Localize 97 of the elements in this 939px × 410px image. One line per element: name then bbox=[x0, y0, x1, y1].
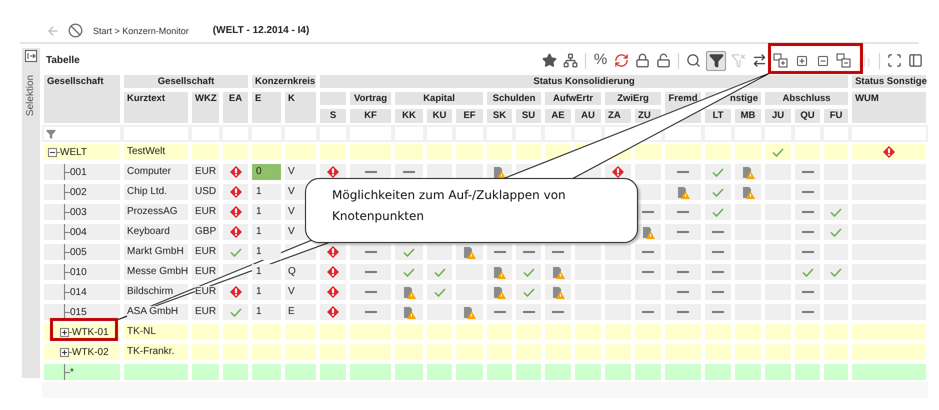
company-name: TestWelt bbox=[127, 146, 166, 157]
company-code: 002 bbox=[70, 186, 87, 200]
currency: EUR bbox=[195, 206, 216, 217]
currency: EUR bbox=[195, 286, 216, 297]
context-title: (WELT - 12.2014 - I4) bbox=[212, 24, 310, 38]
column-header: KU bbox=[425, 107, 454, 125]
collapse-icon[interactable] bbox=[48, 148, 57, 156]
company-name: TK-Frankr. bbox=[127, 346, 174, 357]
company-name: Messe GmbH bbox=[127, 266, 188, 277]
company-code: 001 bbox=[70, 166, 87, 180]
cell-value: V bbox=[288, 186, 295, 197]
cell-value: V bbox=[288, 166, 295, 177]
column-header: E bbox=[250, 90, 284, 125]
cell-value: 1 bbox=[252, 184, 282, 200]
breadcrumb: Start > Konzern-Monitor bbox=[93, 24, 189, 38]
column-header: ZwiErg bbox=[603, 90, 664, 107]
cell-value: 1 bbox=[252, 204, 282, 220]
currency: EUR bbox=[195, 246, 216, 257]
currency: USD bbox=[195, 186, 216, 197]
cell-value: V bbox=[288, 206, 295, 217]
hierarchy-icon[interactable] bbox=[562, 50, 579, 70]
cell-value: 1 bbox=[252, 244, 282, 260]
company-code: WTK-02 bbox=[72, 346, 109, 360]
column-header: WKZ bbox=[190, 90, 221, 125]
column-header: Abschluss bbox=[763, 90, 850, 107]
expand-all-icon[interactable] bbox=[772, 50, 789, 70]
column-header: FU bbox=[822, 107, 850, 125]
company-code: 015 bbox=[70, 306, 87, 320]
cell-value: 1 bbox=[252, 264, 282, 280]
percent-button[interactable]: % bbox=[592, 50, 609, 70]
column-header: Status Sonstige bbox=[850, 73, 928, 90]
lock-icon[interactable] bbox=[634, 50, 651, 70]
column-header: KK bbox=[393, 107, 426, 125]
column-header: EF bbox=[454, 107, 486, 125]
column-header: WUM bbox=[850, 90, 928, 125]
column-header: K bbox=[283, 90, 318, 125]
cell-value: Q bbox=[288, 266, 296, 277]
column-header: Kapital bbox=[393, 90, 486, 107]
currency: EUR bbox=[195, 266, 216, 277]
company-code: 005 bbox=[70, 246, 87, 260]
company-name: Markt GmbH bbox=[127, 246, 184, 257]
column-header: SU bbox=[514, 107, 544, 125]
column-header: KF bbox=[348, 107, 394, 125]
company-name: Chip Ltd. bbox=[127, 186, 168, 197]
column-header: ZA bbox=[603, 107, 634, 125]
callout: Möglichkeiten zum Auf-/Zuklappen von Knotenpunkten bbox=[305, 178, 638, 243]
expand-icon[interactable] bbox=[60, 328, 69, 336]
column-header: Gesellschaft bbox=[42, 73, 122, 125]
column-header: Vortrag bbox=[348, 90, 394, 107]
company-code: WTK-01 bbox=[72, 326, 109, 340]
column-header: Gesellschaft bbox=[122, 73, 250, 90]
cell-value: E bbox=[288, 306, 295, 317]
column-header: AufwErtr bbox=[543, 90, 604, 107]
currency: GBP bbox=[195, 226, 216, 237]
expand-icon[interactable] bbox=[60, 348, 69, 356]
company-name: TK-NL bbox=[127, 326, 156, 337]
company-code: 014 bbox=[70, 286, 87, 300]
unlock-icon[interactable] bbox=[655, 50, 672, 70]
column-header: AE bbox=[543, 107, 574, 125]
side-panel-tab[interactable]: Selektion bbox=[22, 48, 40, 378]
column-header: JU bbox=[763, 107, 794, 125]
company-name: Keyboard bbox=[127, 226, 170, 237]
company-code: 003 bbox=[70, 206, 87, 220]
side-panel-label: Selektion bbox=[24, 74, 38, 116]
company-code: 010 bbox=[70, 266, 87, 280]
expand-panel-icon[interactable] bbox=[25, 50, 37, 62]
currency: EUR bbox=[195, 166, 216, 177]
cell-value: 1 bbox=[252, 304, 282, 320]
column-header: Kurztext bbox=[122, 90, 190, 125]
column-header: AU bbox=[573, 107, 604, 125]
cell-value: 1 bbox=[252, 224, 282, 240]
filter-icon[interactable] bbox=[706, 50, 726, 70]
collapse-all-icon[interactable] bbox=[835, 50, 852, 70]
panel-title: Tabelle bbox=[46, 54, 80, 68]
cell-value: 1 bbox=[252, 284, 282, 300]
company-name: ASA GmbH bbox=[127, 306, 178, 317]
cell-value: V bbox=[288, 286, 295, 297]
column-header: S bbox=[318, 107, 348, 125]
company-code: WELT bbox=[60, 146, 88, 160]
highlight-frame bbox=[50, 318, 118, 341]
company-name: Computer bbox=[127, 166, 171, 177]
cancel-icon[interactable] bbox=[68, 23, 83, 38]
currency: EUR bbox=[195, 306, 216, 317]
column-header: EA bbox=[221, 90, 250, 125]
company-code: 004 bbox=[70, 226, 87, 240]
company-code: * bbox=[70, 366, 74, 380]
column-header: Schulden bbox=[485, 90, 544, 107]
column-header: LT bbox=[703, 107, 734, 125]
column-header: SK bbox=[485, 107, 514, 125]
company-name: Bildschirm bbox=[127, 286, 174, 297]
column-header: Status Konsolidierung bbox=[318, 73, 850, 90]
column-header: MB bbox=[733, 107, 764, 125]
column-header: QU bbox=[793, 107, 822, 125]
column-header: Konzernkreis bbox=[250, 73, 318, 90]
company-name: ProzessAG bbox=[127, 206, 178, 217]
cell-value: 0 bbox=[252, 164, 282, 180]
cell-value: V bbox=[288, 226, 295, 237]
